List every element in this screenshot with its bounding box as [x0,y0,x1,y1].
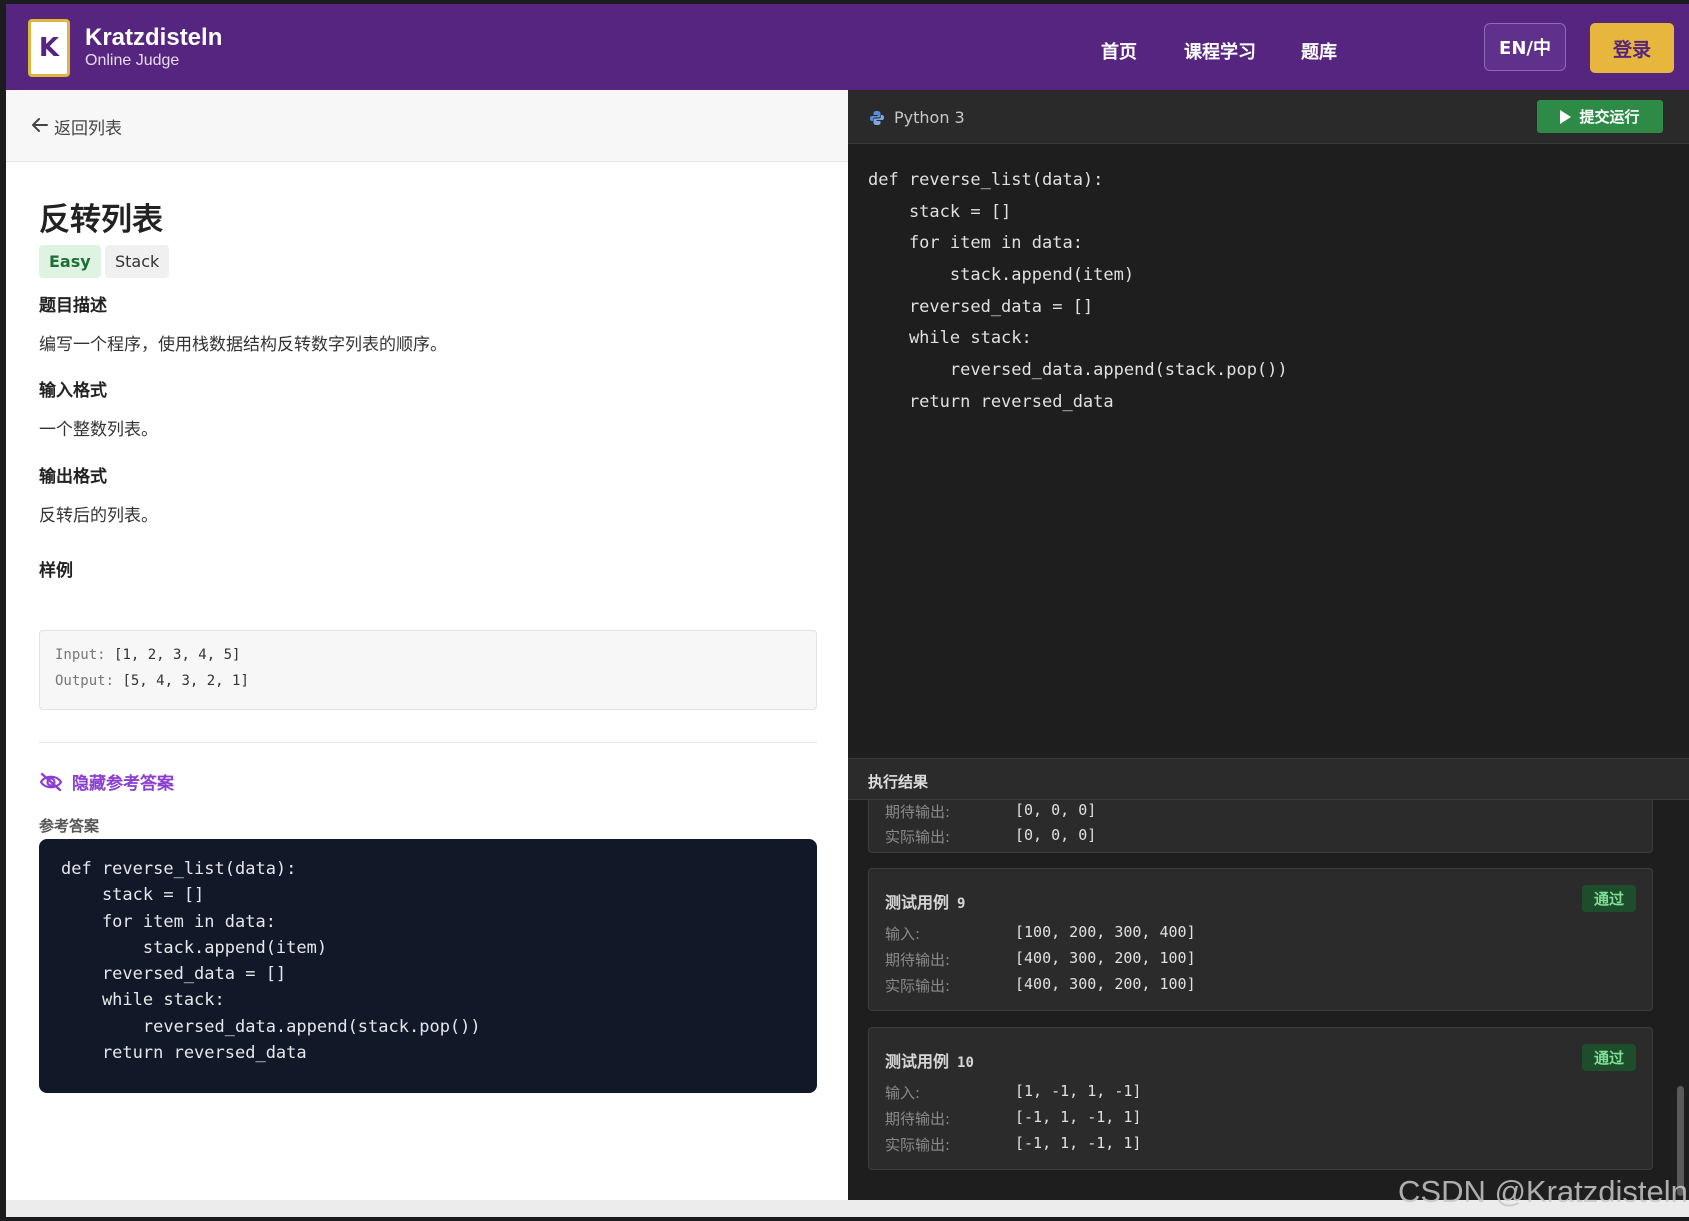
code-line: return reversed_data [61,1043,307,1064]
app-window: K Kratzdisteln Online Judge 首页 课程学习 题库 E… [6,4,1689,1217]
brand-subtitle: Online Judge [85,52,180,69]
top-navbar: K Kratzdisteln Online Judge 首页 课程学习 题库 E… [6,4,1689,90]
expected-key: 期待输出: [885,1110,951,1128]
case-number: 9 [957,896,966,912]
back-bar: 返回列表 [6,90,848,162]
editor-line: stack = [] [868,201,1012,222]
code-line: reversed_data = [] [61,964,287,985]
editor-panel: Python 3 提交运行 def reverse_list(data): st… [848,90,1689,1200]
topic-tag[interactable]: Stack [105,245,170,278]
expected-value: [0, 0, 0] [1015,801,1097,819]
editor-line: for item in data: [868,233,1083,254]
results-list[interactable]: 期待输出: [0, 0, 0] 实际输出: [0, 0, 0] 测试用例 9 通过… [848,800,1689,1200]
language-selector[interactable]: Python 3 [894,108,965,127]
play-icon [1560,109,1572,124]
actual-value: [0, 0, 0] [1015,826,1097,844]
editor-line: stack.append(item) [868,265,1135,286]
expected-value: [400, 300, 200, 100] [1015,949,1196,967]
editor-line: reversed_data.append(stack.pop()) [868,360,1288,381]
code-line: for item in data: [61,911,276,932]
divider [39,742,817,743]
logo-letter: K [38,33,60,63]
actual-key: 实际输出: [885,1136,951,1154]
problem-title: 反转列表 [39,202,163,238]
editor-line: def reverse_list(data): [868,170,1104,190]
input-value: [100, 200, 300, 400] [1015,923,1196,941]
submit-run-label: 提交运行 [1579,108,1640,126]
case-number: 10 [957,1055,974,1071]
editor-line: reversed_data = [] [868,296,1094,317]
nav-problems[interactable]: 题库 [1301,38,1337,64]
watermark: CSDN @Kratzdisteln [1398,1174,1688,1209]
login-button[interactable]: 登录 [1590,23,1674,73]
reference-answer-label: 参考答案 [39,817,100,835]
code-editor[interactable]: def reverse_list(data): stack = [] for i… [868,170,1288,424]
back-to-list-link[interactable]: 返回列表 [54,114,122,139]
difficulty-badge: Easy [39,245,101,278]
expected-value: [-1, 1, -1, 1] [1015,1108,1142,1126]
brand-name[interactable]: Kratzdisteln [85,24,222,52]
reference-code-block: def reverse_list(data): stack = [] for i… [39,839,817,1093]
expected-key: 期待输出: [885,803,951,821]
code-line: reversed_data.append(stack.pop()) [61,1016,481,1037]
language-toggle-button[interactable]: EN/中 [1484,23,1566,71]
editor-line: return reversed_data [868,391,1114,412]
sample-input-line: Input: [1, 2, 3, 4, 5] [55,647,240,663]
actual-key: 实际输出: [885,828,951,846]
output-format-heading: 输出格式 [39,467,107,487]
case-title: 测试用例 9 [885,889,965,913]
status-badge: 通过 [1582,885,1636,912]
sample-output-line: Output: [5, 4, 3, 2, 1] [55,673,249,689]
output-format-text: 反转后的列表。 [39,506,158,526]
test-case-card: 测试用例 10 通过 输入: [1, -1, 1, -1] 期待输出: [-1, … [868,1027,1653,1170]
code-line: stack = [] [61,885,205,906]
results-title: 执行结果 [868,773,929,791]
eye-off-icon [39,772,63,791]
test-case-card: 期待输出: [0, 0, 0] 实际输出: [0, 0, 0] [868,800,1653,853]
case-title-label: 测试用例 [885,893,950,912]
case-title: 测试用例 10 [885,1048,974,1072]
actual-key: 实际输出: [885,977,951,995]
sample-input-value: [1, 2, 3, 4, 5] [114,647,241,663]
input-format-heading: 输入格式 [39,381,107,401]
actual-value: [400, 300, 200, 100] [1015,975,1196,993]
status-badge: 通过 [1582,1044,1636,1071]
sample-input-key: Input: [55,647,106,663]
input-value: [1, -1, 1, -1] [1015,1082,1142,1100]
test-case-card: 测试用例 9 通过 输入: [100, 200, 300, 400] 期待输出: … [868,868,1653,1011]
description-text: 编写一个程序，使用栈数据结构反转数字列表的顺序。 [39,335,447,355]
input-key: 输入: [885,1084,921,1102]
arrow-left-icon[interactable] [30,115,50,135]
hide-answer-toggle[interactable]: 隐藏参考答案 [39,769,174,794]
code-line: stack.append(item) [61,937,328,958]
input-key: 输入: [885,925,921,943]
hide-answer-label: 隐藏参考答案 [72,774,174,794]
nav-courses[interactable]: 课程学习 [1184,38,1256,64]
expected-key: 期待输出: [885,951,951,969]
python-icon [870,111,884,125]
sample-output-key: Output: [55,673,115,689]
code-line: def reverse_list(data): [61,859,297,879]
nav-home[interactable]: 首页 [1101,38,1137,64]
sample-output-value: [5, 4, 3, 2, 1] [122,673,249,689]
case-title-label: 测试用例 [885,1052,950,1071]
sample-box: Input: [1, 2, 3, 4, 5] Output: [5, 4, 3,… [39,630,817,710]
sample-heading: 样例 [39,561,73,581]
actual-value: [-1, 1, -1, 1] [1015,1134,1142,1152]
logo[interactable]: K [28,19,70,77]
results-header: 执行结果 [848,758,1689,800]
code-line: while stack: [61,990,225,1011]
editor-toolbar: Python 3 提交运行 [848,90,1689,144]
editor-line: while stack: [868,328,1032,349]
description-heading: 题目描述 [39,296,107,316]
input-format-text: 一个整数列表。 [39,420,158,440]
problem-panel: 返回列表 反转列表 Easy Stack 题目描述 编写一个程序，使用栈数据结构… [6,90,848,1200]
submit-run-button[interactable]: 提交运行 [1537,100,1663,133]
